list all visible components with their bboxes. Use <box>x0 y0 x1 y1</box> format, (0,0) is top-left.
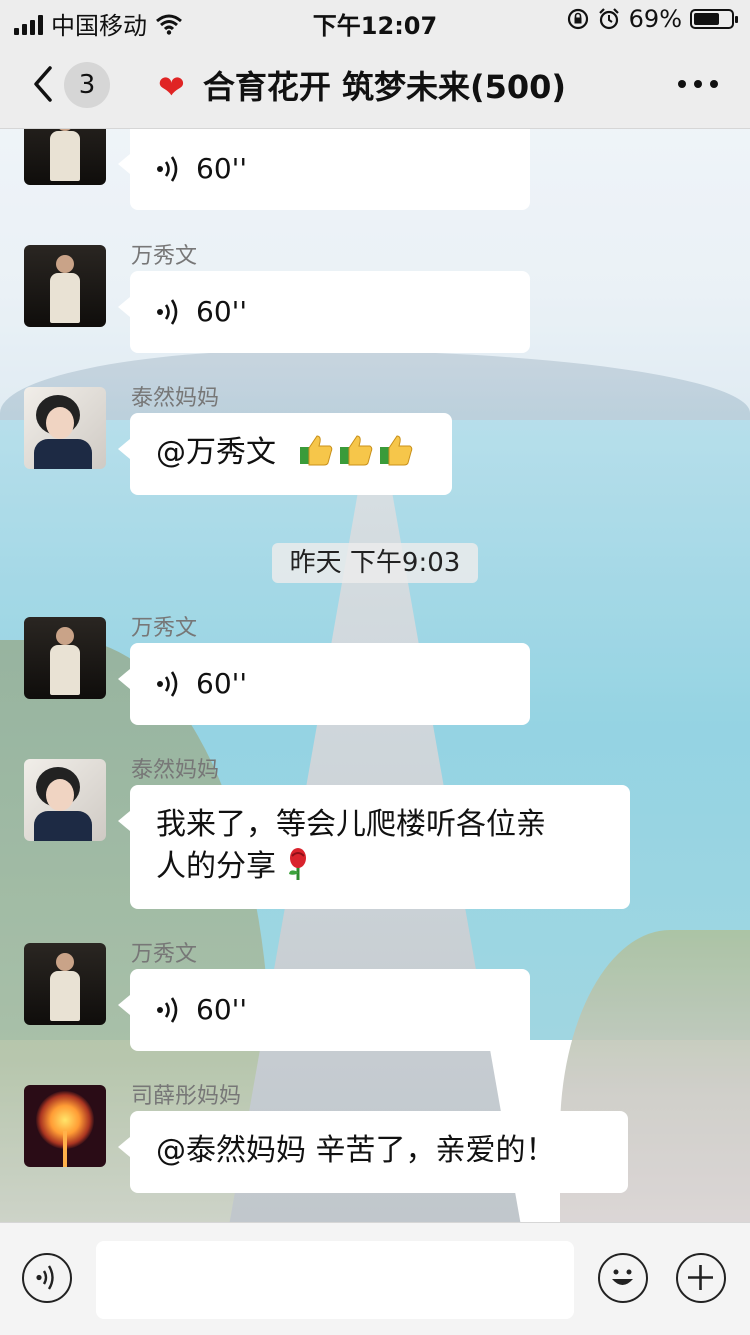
avatar[interactable] <box>24 245 106 327</box>
voice-duration: 60'' <box>196 295 248 328</box>
voice-message[interactable]: 60'' <box>118 128 530 210</box>
time-separator: 昨天 下午9:03 <box>272 543 478 583</box>
emoji-button[interactable] <box>598 1253 648 1303</box>
thumbs-up-emoji <box>339 435 372 466</box>
text-message[interactable]: @泰然妈妈 辛苦了，亲爱的！ <box>118 1111 628 1193</box>
plus-icon <box>688 1265 713 1290</box>
chat-header: 3 ❤ 合育花开 筑梦未来(500) <box>0 40 750 129</box>
orientation-lock-icon <box>567 8 588 30</box>
battery-percent: 69% <box>628 5 682 33</box>
avatar[interactable] <box>24 759 106 841</box>
message-text-line: 我来了，等会儿爬楼听各位亲 <box>156 807 546 842</box>
smiley-icon <box>612 1269 633 1285</box>
message-input[interactable] <box>96 1241 574 1319</box>
voice-wave-icon <box>157 997 178 1023</box>
chat-title: ❤ 合育花开 筑梦未来(500) <box>158 62 566 108</box>
voice-message[interactable]: 60'' <box>118 643 530 725</box>
heart-icon: ❤ <box>158 68 185 106</box>
voice-wave-icon <box>157 156 178 182</box>
voice-message[interactable]: 60'' <box>118 271 530 353</box>
sender-name: 万秀文 <box>131 616 198 641</box>
status-bar: 中国移动 下午12:07 69% <box>0 0 750 40</box>
avatar[interactable] <box>24 1085 106 1167</box>
voice-duration: 60'' <box>196 667 248 700</box>
avatar[interactable] <box>24 387 106 469</box>
sender-name: 泰然妈妈 <box>131 758 220 783</box>
alarm-icon <box>598 8 619 30</box>
thumbs-up-emoji <box>299 435 332 466</box>
text-message[interactable]: 我来了，等会儿爬楼听各位亲 人的分享 <box>118 785 630 909</box>
battery-icon <box>690 9 738 29</box>
voice-message[interactable]: 60'' <box>118 969 530 1051</box>
thumbs-up-emoji <box>379 435 412 466</box>
message-text-line: 人的分享 <box>156 849 276 884</box>
back-button[interactable] <box>28 62 68 106</box>
voice-input-button[interactable] <box>22 1253 72 1303</box>
avatar[interactable] <box>24 943 106 1025</box>
input-bar <box>0 1222 750 1335</box>
text-message[interactable]: @万秀文 <box>118 413 452 495</box>
voice-wave-icon <box>157 299 178 325</box>
message-text: @万秀文 <box>156 435 276 470</box>
unread-count-badge[interactable]: 3 <box>64 62 110 108</box>
voice-duration: 60'' <box>196 993 248 1026</box>
chevron-left-icon <box>34 66 52 102</box>
chat-title-text: 合育花开 筑梦未来(500) <box>202 68 567 106</box>
sender-name: 泰然妈妈 <box>131 386 220 411</box>
sender-name: 万秀文 <box>131 244 198 269</box>
sender-name: 万秀文 <box>131 942 198 967</box>
sender-name: 司薛彤妈妈 <box>131 1084 242 1109</box>
rose-emoji <box>289 848 306 880</box>
message-text: @泰然妈妈 辛苦了，亲爱的！ <box>156 1133 556 1168</box>
avatar[interactable] <box>24 617 106 699</box>
more-functions-button[interactable] <box>676 1253 726 1303</box>
voice-wave-icon <box>36 1265 54 1290</box>
voice-duration: 60'' <box>196 152 248 185</box>
voice-wave-icon <box>157 671 178 697</box>
more-options-button[interactable] <box>678 80 718 88</box>
